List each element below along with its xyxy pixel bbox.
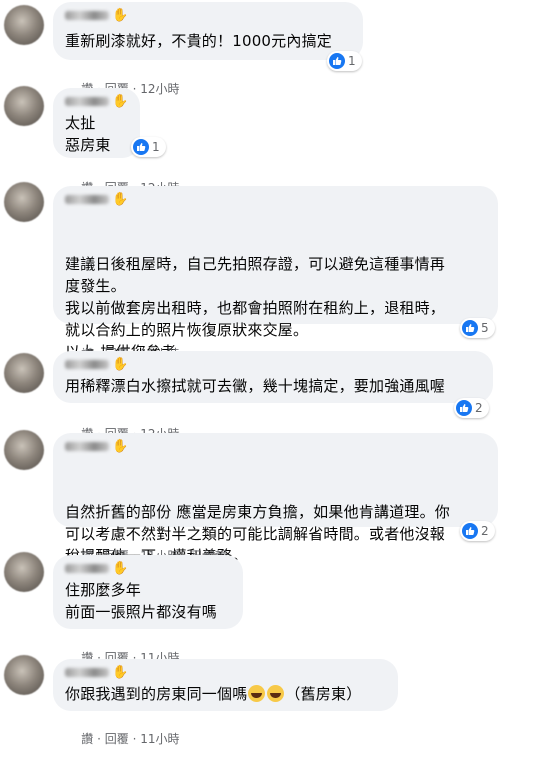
avatar[interactable] <box>4 552 44 592</box>
waving-hand-icon: ✋ <box>112 665 129 680</box>
comment-bubble: ✋ 重新刷漆就好，不貴的！1000元內搞定 <box>53 2 363 60</box>
grinning-sweat-face-icon <box>248 685 266 702</box>
avatar[interactable] <box>4 5 44 45</box>
comment-bubble: ✋ 用稀釋漂白水擦拭就可去黴，幾十塊搞定，要加強通風喔 <box>53 351 493 403</box>
grinning-sweat-face-icon <box>267 685 285 702</box>
comment-bubble: ✋ 住那麼多年 前面一張照片都沒有嗎 <box>53 555 243 629</box>
waving-hand-icon: ✋ <box>112 357 129 372</box>
thumbs-up-icon <box>462 320 478 336</box>
comment-text: 住那麼多年 前面一張照片都沒有嗎 <box>65 581 218 621</box>
thumbs-up-icon <box>329 53 345 69</box>
author-name-blurred[interactable]: ✋ <box>65 665 129 680</box>
comment-bubble: ✋ 你跟我遇到的房東同一個嗎 （舊房東） <box>53 659 398 711</box>
reaction-count[interactable]: 2 <box>454 398 489 418</box>
reaction-count[interactable]: 1 <box>131 137 166 157</box>
reaction-count[interactable]: 1 <box>327 51 362 71</box>
avatar[interactable] <box>4 430 44 470</box>
avatar[interactable] <box>4 655 44 695</box>
avatar[interactable] <box>4 182 44 222</box>
waving-hand-icon: ✋ <box>112 94 129 109</box>
comment-bubble: ✋ 建議日後租屋時，自己先拍照存證，可以避免這種事情再 度發生。 我以前做套房出租時… <box>53 186 498 361</box>
comment-text: 用稀釋漂白水擦拭就可去黴，幾十塊搞定，要加強通風喔 <box>65 377 446 395</box>
avatar[interactable] <box>4 353 44 393</box>
timestamp[interactable]: 12小時 <box>140 80 179 97</box>
author-name-blurred[interactable]: ✋ <box>65 8 129 23</box>
waving-hand-icon: ✋ <box>112 8 129 23</box>
comment-actions: 讚 · 回覆 · 11小時 <box>81 732 180 746</box>
comment-bubble: ✋ 太扯 惡房東 <box>53 88 140 158</box>
comment-text: 你跟我遇到的房東同一個嗎 （舊房東） <box>65 685 362 703</box>
comment-text: 太扯 惡房東 <box>65 114 111 154</box>
avatar[interactable] <box>4 86 44 126</box>
thumbs-up-icon <box>133 139 149 155</box>
reaction-count[interactable]: 5 <box>460 318 495 338</box>
author-name-blurred[interactable]: ✋ <box>65 357 129 372</box>
author-name-blurred[interactable]: ✋ <box>65 439 129 454</box>
reaction-count[interactable]: 2 <box>460 521 495 541</box>
thumbs-up-icon <box>462 523 478 539</box>
thumbs-up-icon <box>456 400 472 416</box>
waving-hand-icon: ✋ <box>112 561 129 576</box>
comment-text: 重新刷漆就好，不貴的！1000元內搞定 <box>65 32 332 50</box>
author-name-blurred[interactable]: ✋ <box>65 192 129 207</box>
waving-hand-icon: ✋ <box>112 192 129 207</box>
waving-hand-icon: ✋ <box>112 439 129 454</box>
author-name-blurred[interactable]: ✋ <box>65 561 129 576</box>
comment-bubble: ✋ 自然折舊的部份 應當是房東方負擔，如果他肯講道理。你 可以考慮不然對半之類的可… <box>53 433 498 565</box>
author-name-blurred[interactable]: ✋ <box>65 94 129 109</box>
